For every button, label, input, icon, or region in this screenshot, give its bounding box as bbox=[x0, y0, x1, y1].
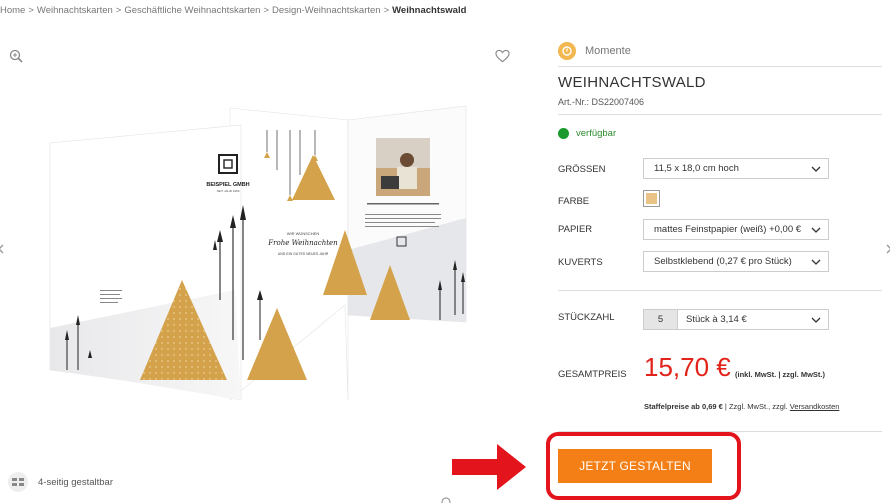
size-label: GRÖSSEN bbox=[558, 164, 606, 175]
card-greeting-main: Frohe Weihnachten bbox=[267, 239, 338, 247]
brand-name: Momente bbox=[585, 45, 631, 57]
card-greeting-bottom: UND EIN GUTES NEUES JAHR bbox=[278, 252, 329, 256]
quantity-select[interactable]: 5 Stück à 3,14 € bbox=[643, 309, 829, 330]
card-greeting-top: WIR WÜNSCHEN bbox=[287, 231, 320, 236]
quantity-value[interactable]: 5 bbox=[644, 310, 678, 329]
arrow-right-icon bbox=[452, 444, 526, 490]
paper-label: PAPIER bbox=[558, 224, 593, 235]
feature-label: 4-seitig gestaltbar bbox=[38, 476, 113, 488]
breadcrumb-link-geschaeftliche[interactable]: Geschäftliche Weihnachtskarten bbox=[124, 5, 260, 16]
chevron-down-icon bbox=[811, 227, 821, 233]
card-company-sub: SEIT JAHR 1969 bbox=[217, 189, 240, 193]
size-select[interactable]: 11,5 x 18,0 cm hoch bbox=[643, 158, 829, 179]
staffel-separator: | bbox=[724, 402, 727, 411]
divider bbox=[558, 290, 882, 291]
breadcrumb: Home > Weihnachtskarten > Geschäftliche Weih… bbox=[0, 5, 466, 16]
total-price: 15,70 € bbox=[644, 352, 731, 382]
color-swatch-fill bbox=[646, 193, 657, 204]
total-tax-note: (inkl. MwSt. | zzgl. MwSt.) bbox=[735, 370, 826, 379]
size-value: 11,5 x 18,0 cm hoch bbox=[654, 163, 739, 174]
heart-icon[interactable] bbox=[495, 49, 510, 63]
previous-image-icon[interactable] bbox=[0, 244, 4, 254]
quantity-unit-price: Stück à 3,14 € bbox=[678, 310, 828, 329]
color-label: FARBE bbox=[558, 196, 590, 207]
paper-select[interactable]: mattes Feinstpapier (weiß) +0,00 € bbox=[643, 219, 829, 240]
staffel-tax: Zzgl. MwSt., zzgl. bbox=[728, 402, 788, 411]
unit-price-text: Stück à 3,14 € bbox=[686, 314, 747, 325]
product-panel: Momente WEIHNACHTSWALD Art.-Nr.: DS22007… bbox=[558, 0, 882, 503]
card-company-name: BEISPIEL GMBH bbox=[206, 182, 249, 188]
staffel-text: Staffelpreise ab 0,69 € bbox=[644, 402, 723, 411]
card-layout-icon bbox=[8, 472, 28, 492]
divider bbox=[558, 114, 882, 115]
color-swatch[interactable] bbox=[643, 190, 660, 207]
envelope-value: Selbstklebend (0,27 € pro Stück) bbox=[654, 256, 792, 267]
zoom-in-icon[interactable] bbox=[9, 49, 23, 63]
chevron-down-icon bbox=[811, 259, 821, 265]
staffel-info: Staffelpreise ab 0,69 € | Zzgl. MwSt., z… bbox=[644, 402, 839, 411]
brand[interactable]: Momente bbox=[558, 42, 631, 60]
breadcrumb-separator: > bbox=[28, 5, 34, 16]
zoom-bottom-icon bbox=[441, 497, 451, 503]
product-title: WEIHNACHTSWALD bbox=[558, 74, 706, 91]
breadcrumb-link-weihnachtskarten[interactable]: Weihnachtskarten bbox=[37, 5, 113, 16]
divider bbox=[558, 66, 882, 67]
breadcrumb-separator: > bbox=[383, 5, 390, 16]
feature-4-seitig: 4-seitig gestaltbar bbox=[8, 472, 113, 492]
shipping-link[interactable]: Versandkosten bbox=[790, 402, 840, 411]
availability-dot-icon bbox=[558, 128, 569, 139]
product-image[interactable]: BEISPIEL GMBH SEIT JAHR 1969 WIR WÜNSCHE… bbox=[45, 100, 475, 401]
chevron-down-icon bbox=[811, 166, 821, 172]
breadcrumb-current: Weihnachtswald bbox=[392, 5, 467, 16]
breadcrumb-link-home[interactable]: Home bbox=[0, 5, 25, 16]
availability-text: verfügbar bbox=[576, 128, 617, 139]
chevron-down-icon bbox=[811, 317, 821, 323]
breadcrumb-separator: > bbox=[263, 5, 269, 16]
availability: verfügbar bbox=[558, 128, 616, 139]
quantity-label: STÜCKZAHL bbox=[558, 312, 615, 323]
article-number: Art.-Nr.: DS22007406 bbox=[558, 97, 645, 107]
paper-value: mattes Feinstpapier (weiß) +0,00 € bbox=[654, 224, 802, 235]
brand-logo-icon bbox=[558, 42, 576, 60]
start-design-button[interactable]: JETZT GESTALTEN bbox=[558, 449, 712, 483]
breadcrumb-link-design[interactable]: Design-Weihnachtskarten bbox=[272, 5, 381, 16]
envelope-select[interactable]: Selbstklebend (0,27 € pro Stück) bbox=[643, 251, 829, 272]
total-label: GESAMTPREIS bbox=[558, 369, 627, 380]
greeting-card-illustration: BEISPIEL GMBH SEIT JAHR 1969 WIR WÜNSCHE… bbox=[49, 105, 467, 401]
next-image-icon[interactable] bbox=[886, 244, 890, 254]
envelope-label: KUVERTS bbox=[558, 257, 603, 268]
breadcrumb-separator: > bbox=[115, 5, 122, 16]
